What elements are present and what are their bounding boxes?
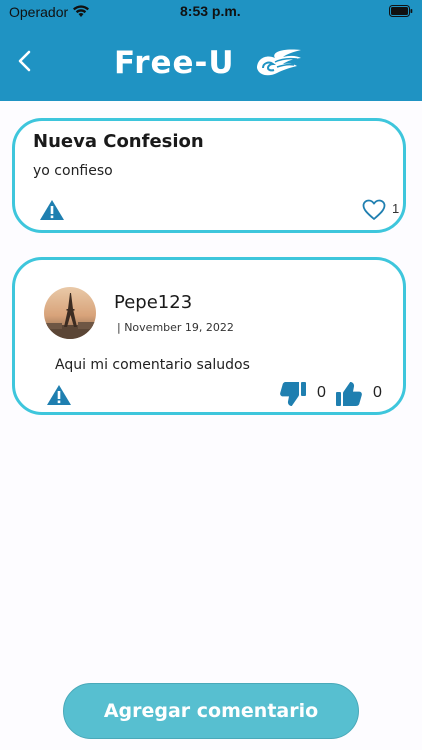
avatar-photo	[44, 287, 96, 339]
carrier-label: Operador	[9, 4, 69, 20]
status-bar: Operador 8:53 p.m.	[0, 0, 422, 24]
brand-logo: Free-U	[114, 43, 303, 83]
clock: 8:53 p.m.	[180, 3, 241, 19]
avatar	[44, 287, 96, 339]
wing-icon	[256, 49, 301, 76]
confession-card: Nueva Confesion yo confieso 1	[12, 118, 406, 233]
back-button[interactable]	[12, 46, 40, 76]
comment-date: | November 19, 2022	[117, 321, 234, 334]
confession-like-count: 1	[392, 201, 400, 216]
warning-icon[interactable]	[39, 199, 65, 221]
confession-detail-screen: Operador 8:53 p.m. Free-U Nueva Confesio…	[0, 0, 422, 750]
comment-body: Aqui mi comentario saludos	[55, 357, 250, 373]
heart-icon[interactable]	[362, 199, 386, 221]
like-count: 0	[373, 384, 382, 401]
add-comment-button[interactable]: Agregar comentario	[63, 683, 359, 739]
brand-name: Free-U	[114, 45, 235, 81]
comment-username: Pepe123	[114, 292, 193, 313]
warning-icon[interactable]	[46, 384, 72, 406]
thumbs-up-icon[interactable]	[335, 381, 363, 407]
wifi-icon	[73, 5, 89, 17]
battery-icon	[389, 5, 413, 17]
confession-title: Nueva Confesion	[33, 131, 204, 152]
thumbs-down-icon[interactable]	[279, 381, 307, 407]
confession-body: yo confieso	[33, 163, 113, 179]
dislike-count: 0	[317, 384, 326, 401]
comment-card: Pepe123 | November 19, 2022 Aqui mi come…	[12, 257, 406, 415]
top-bar: Operador 8:53 p.m. Free-U	[0, 0, 422, 101]
